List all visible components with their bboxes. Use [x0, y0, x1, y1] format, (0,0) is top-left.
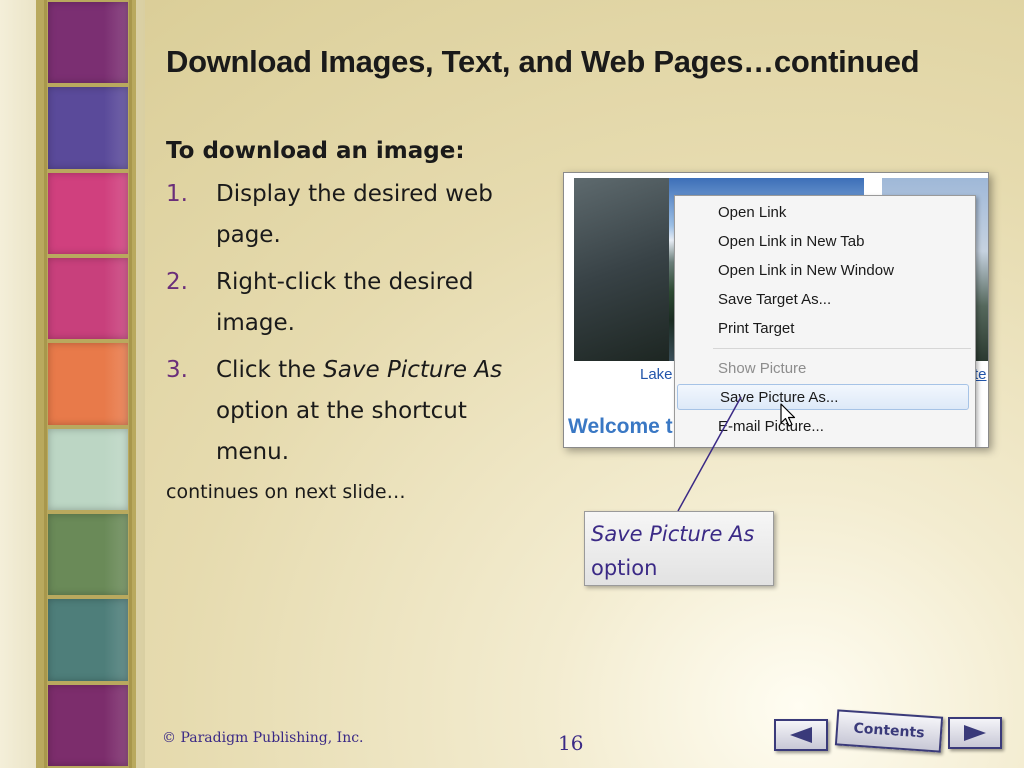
- menu-item-open-link-new-tab[interactable]: Open Link in New Tab: [676, 229, 970, 255]
- context-menu: Open Link Open Link in New Tab Open Link…: [674, 195, 976, 447]
- step-text-after: option at the shortcut menu.: [216, 398, 467, 465]
- menu-item-save-target-as[interactable]: Save Target As...: [676, 287, 970, 313]
- callout-text: option: [591, 556, 658, 580]
- step-text: Display the desired web page.: [216, 181, 493, 248]
- color-swatch: [48, 514, 128, 596]
- step-text-before: Click the: [216, 357, 324, 383]
- slide-title: Download Images, Text, and Web Pages…con…: [166, 44, 920, 79]
- color-swatch: [48, 2, 128, 84]
- contents-button[interactable]: Contents: [834, 709, 944, 753]
- step-text-emphasis: Save Picture As: [323, 357, 503, 383]
- welcome-heading: Welcome t: [568, 415, 673, 438]
- color-swatch: [48, 343, 128, 425]
- step-2: 2. Right-click the desired image.: [166, 262, 536, 344]
- color-swatch: [48, 172, 128, 254]
- step-3: 3. Click the Save Picture As option at t…: [166, 350, 536, 473]
- browser-screenshot: Lake te Welcome t Open Link Open Link in…: [563, 172, 989, 448]
- menu-item-open-link[interactable]: Open Link: [676, 200, 970, 226]
- previous-slide-button[interactable]: [774, 719, 828, 751]
- strip-line-right: [129, 0, 132, 768]
- photo-caption-left[interactable]: Lake: [640, 366, 673, 383]
- strip-line-left: [44, 0, 47, 768]
- step-text: Click the Save Picture As option at the …: [216, 350, 536, 473]
- copyright: © Paradigm Publishing, Inc.: [162, 730, 364, 746]
- slide-body: To download an image: 1. Display the des…: [166, 138, 536, 503]
- menu-item-email-picture[interactable]: E-mail Picture...: [676, 414, 970, 440]
- continues-note: continues on next slide…: [166, 481, 406, 503]
- subhead: To download an image:: [166, 138, 465, 164]
- menu-separator: [713, 348, 971, 349]
- mouse-pointer-icon: [780, 403, 796, 427]
- page-number: 16: [558, 731, 584, 755]
- color-swatch: [48, 258, 128, 340]
- menu-item-show-picture: Show Picture: [718, 360, 807, 377]
- left-triangle-icon: [790, 727, 812, 743]
- step-1: 1. Display the desired web page.: [166, 174, 536, 256]
- step-number: 1.: [166, 181, 188, 207]
- menu-item-open-link-new-window[interactable]: Open Link in New Window: [676, 258, 970, 284]
- menu-item-save-picture-as[interactable]: Save Picture As...: [677, 384, 969, 410]
- step-number: 3.: [166, 357, 188, 383]
- color-swatch: [48, 428, 128, 510]
- color-swatch: [48, 87, 128, 169]
- menu-item-print-target[interactable]: Print Target: [676, 316, 970, 342]
- color-swatch: [48, 684, 128, 766]
- next-slide-button[interactable]: [948, 717, 1002, 749]
- step-number: 2.: [166, 269, 188, 295]
- right-triangle-icon: [964, 725, 986, 741]
- color-swatch: [48, 599, 128, 681]
- callout-emphasis: Save Picture As: [591, 522, 755, 546]
- callout-box: Save Picture As option: [584, 511, 774, 586]
- step-text: Right-click the desired image.: [216, 269, 474, 336]
